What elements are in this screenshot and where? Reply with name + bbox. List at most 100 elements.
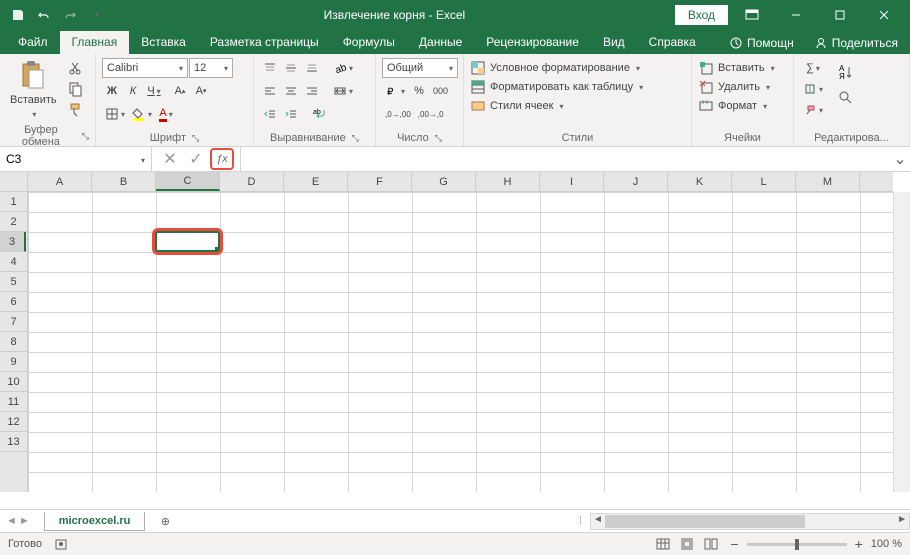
tab-file[interactable]: Файл <box>6 31 60 54</box>
name-box-input[interactable] <box>6 152 106 166</box>
clipboard-launcher-icon[interactable]: ⤡ <box>82 131 89 142</box>
zoom-slider[interactable] <box>747 543 847 546</box>
fill-icon[interactable] <box>800 79 826 99</box>
close-icon[interactable] <box>864 0 904 29</box>
bold-button[interactable]: Ж <box>102 81 122 101</box>
tab-formulas[interactable]: Формулы <box>331 31 407 54</box>
col-header[interactable]: H <box>476 172 540 191</box>
align-bottom-icon[interactable] <box>302 58 322 78</box>
autosum-icon[interactable]: ∑ <box>800 58 826 78</box>
maximize-icon[interactable] <box>820 0 860 29</box>
ribbon-options-icon[interactable] <box>732 0 772 29</box>
decrease-decimal-icon[interactable]: ,00→,0 <box>415 104 447 124</box>
tab-data[interactable]: Данные <box>407 31 474 54</box>
row-header[interactable]: 3 <box>0 232 26 252</box>
expand-formula-bar-icon[interactable]: ⌄ <box>890 149 910 169</box>
font-color-icon[interactable]: А <box>156 104 176 124</box>
row-header[interactable]: 7 <box>0 312 27 332</box>
share-button[interactable]: Поделиться <box>810 32 902 54</box>
normal-view-icon[interactable] <box>652 535 674 553</box>
name-box[interactable] <box>0 147 152 171</box>
row-header[interactable]: 1 <box>0 192 27 212</box>
tab-view[interactable]: Вид <box>591 31 637 54</box>
font-launcher-icon[interactable]: ⤡ <box>192 133 199 144</box>
italic-button[interactable]: К <box>123 81 143 101</box>
row-header[interactable]: 12 <box>0 412 27 432</box>
currency-icon[interactable]: ₽ <box>382 81 408 101</box>
page-layout-view-icon[interactable] <box>676 535 698 553</box>
col-header[interactable]: E <box>284 172 348 191</box>
insert-cells-button[interactable]: Вставить <box>698 60 787 76</box>
comma-icon[interactable]: 000 <box>430 81 451 101</box>
merge-icon[interactable] <box>330 81 356 101</box>
active-cell[interactable] <box>155 231 220 252</box>
tab-insert[interactable]: Вставка <box>129 31 198 54</box>
percent-icon[interactable]: % <box>409 81 429 101</box>
col-header[interactable]: B <box>92 172 156 191</box>
format-as-table-button[interactable]: Форматировать как таблицу <box>470 79 685 95</box>
align-left-icon[interactable] <box>260 81 280 101</box>
zoom-out-button[interactable]: − <box>730 536 738 552</box>
vertical-scrollbar[interactable] <box>893 192 910 492</box>
col-header[interactable]: K <box>668 172 732 191</box>
tab-review[interactable]: Рецензирование <box>474 31 591 54</box>
save-icon[interactable] <box>6 3 30 27</box>
tab-pagelayout[interactable]: Разметка страницы <box>198 31 331 54</box>
copy-icon[interactable] <box>65 79 87 99</box>
clear-icon[interactable] <box>800 100 826 120</box>
qat-customize-icon[interactable] <box>84 3 108 27</box>
cells-area[interactable] <box>28 192 893 492</box>
paste-button[interactable]: Вставить <box>6 58 61 122</box>
worksheet-grid[interactable]: A B C D E F G H I J K L M 1 2 3 4 5 6 7 … <box>0 172 910 509</box>
underline-button[interactable]: Ч <box>144 81 164 101</box>
row-header[interactable]: 5 <box>0 272 27 292</box>
col-header[interactable]: C <box>156 172 220 191</box>
cell-styles-button[interactable]: Стили ячеек <box>470 98 685 114</box>
cut-icon[interactable] <box>65 58 87 78</box>
page-break-view-icon[interactable] <box>700 535 722 553</box>
zoom-in-button[interactable]: + <box>855 536 863 552</box>
macro-record-icon[interactable] <box>54 537 68 551</box>
sheet-nav-prev-icon[interactable]: ◄ <box>6 515 17 527</box>
align-middle-icon[interactable] <box>281 58 301 78</box>
row-header[interactable]: 4 <box>0 252 27 272</box>
col-header[interactable]: G <box>412 172 476 191</box>
row-header[interactable]: 2 <box>0 212 27 232</box>
sheet-nav-next-icon[interactable]: ► <box>19 515 30 527</box>
format-painter-icon[interactable] <box>65 100 87 120</box>
find-select-icon[interactable] <box>834 88 858 108</box>
decrease-font-icon[interactable]: A▾ <box>191 81 211 101</box>
col-header[interactable]: F <box>348 172 412 191</box>
tab-help[interactable]: Справка <box>637 31 708 54</box>
sort-filter-icon[interactable]: АЯ <box>834 62 858 82</box>
fill-color-icon[interactable] <box>129 104 155 124</box>
minimize-icon[interactable] <box>776 0 816 29</box>
col-header[interactable]: A <box>28 172 92 191</box>
row-header[interactable]: 13 <box>0 432 27 452</box>
horizontal-scrollbar[interactable]: ◄ ► <box>590 513 910 530</box>
row-header[interactable]: 11 <box>0 392 27 412</box>
col-header[interactable]: M <box>796 172 860 191</box>
tell-me-button[interactable]: Помощн <box>725 32 798 54</box>
insert-function-button[interactable]: ƒх <box>210 148 234 170</box>
redo-icon[interactable] <box>58 3 82 27</box>
increase-font-icon[interactable]: A▴ <box>170 81 190 101</box>
cancel-formula-icon[interactable]: ✕ <box>158 148 182 170</box>
align-right-icon[interactable] <box>302 81 322 101</box>
undo-icon[interactable] <box>32 3 56 27</box>
col-header[interactable]: D <box>220 172 284 191</box>
select-all-corner[interactable] <box>0 172 28 192</box>
increase-indent-icon[interactable] <box>281 104 301 124</box>
font-size-combo[interactable]: 12 <box>189 58 233 78</box>
delete-cells-button[interactable]: Удалить <box>698 79 787 95</box>
column-headers[interactable]: A B C D E F G H I J K L M <box>28 172 893 192</box>
format-cells-button[interactable]: Формат <box>698 98 787 114</box>
sheet-tab[interactable]: microexcel.ru <box>44 512 146 531</box>
decrease-indent-icon[interactable] <box>260 104 280 124</box>
zoom-level[interactable]: 100 % <box>871 538 902 550</box>
increase-decimal-icon[interactable]: ,0→,00 <box>382 104 414 124</box>
enter-formula-icon[interactable]: ✓ <box>184 148 208 170</box>
col-header[interactable]: L <box>732 172 796 191</box>
align-center-icon[interactable] <box>281 81 301 101</box>
col-header[interactable]: I <box>540 172 604 191</box>
